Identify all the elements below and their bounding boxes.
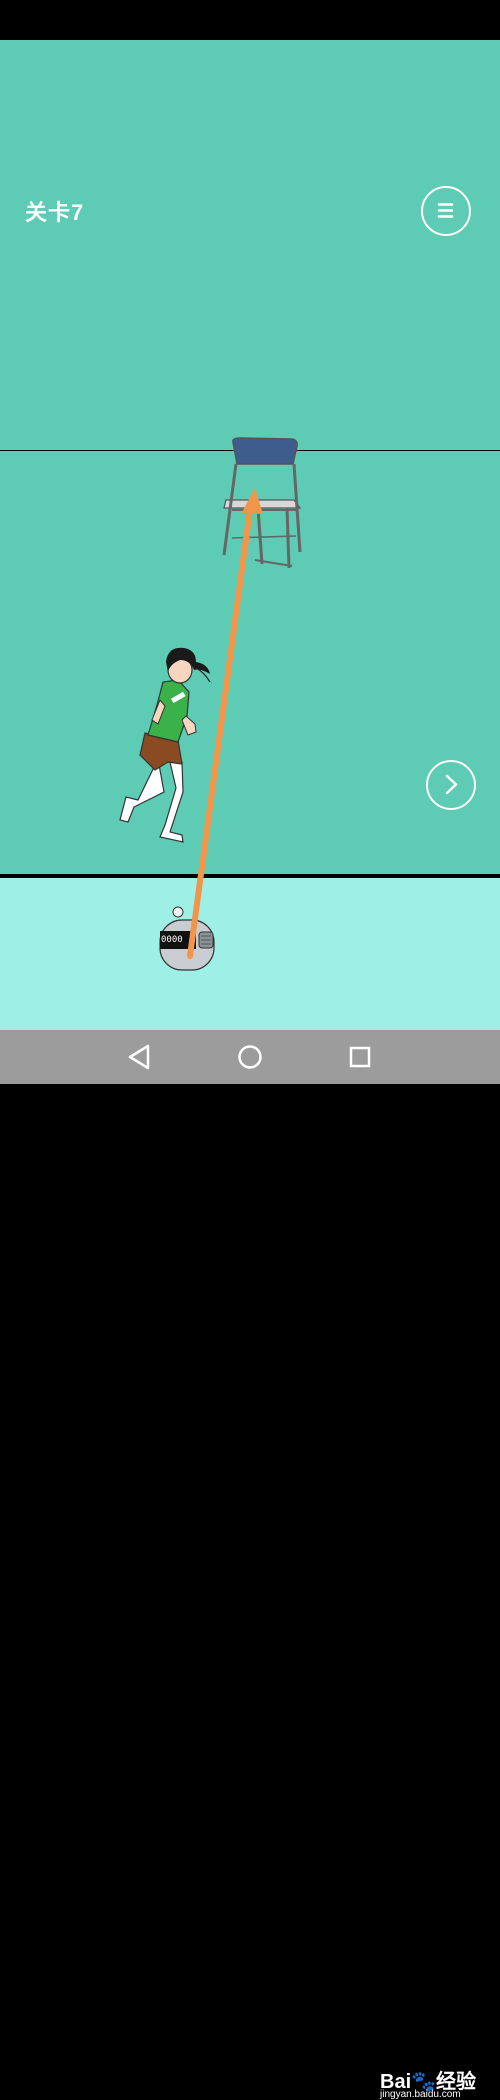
back-triangle-icon	[128, 1044, 150, 1070]
baidu-watermark: Bai🐾经验 jingyan.baidu.com	[380, 2065, 476, 2100]
back-button[interactable]	[110, 1030, 170, 1084]
home-button[interactable]	[220, 1030, 280, 1084]
system-nav-bar: Bai🐾经验 jingyan.baidu.com	[0, 1030, 500, 2100]
recents-square-icon	[349, 1046, 371, 1068]
status-bar	[0, 0, 500, 40]
folding-chair[interactable]	[222, 437, 302, 569]
recents-button[interactable]	[330, 1030, 390, 1084]
drag-arrow	[187, 488, 263, 959]
game-scene	[119, 437, 302, 971]
watermark-url: jingyan.baidu.com	[380, 2089, 461, 2100]
game-screen[interactable]: 关卡7 0000	[0, 40, 500, 1030]
counter-display: 0000	[161, 935, 183, 945]
running-student[interactable]	[119, 647, 211, 843]
home-circle-icon	[238, 1045, 262, 1069]
